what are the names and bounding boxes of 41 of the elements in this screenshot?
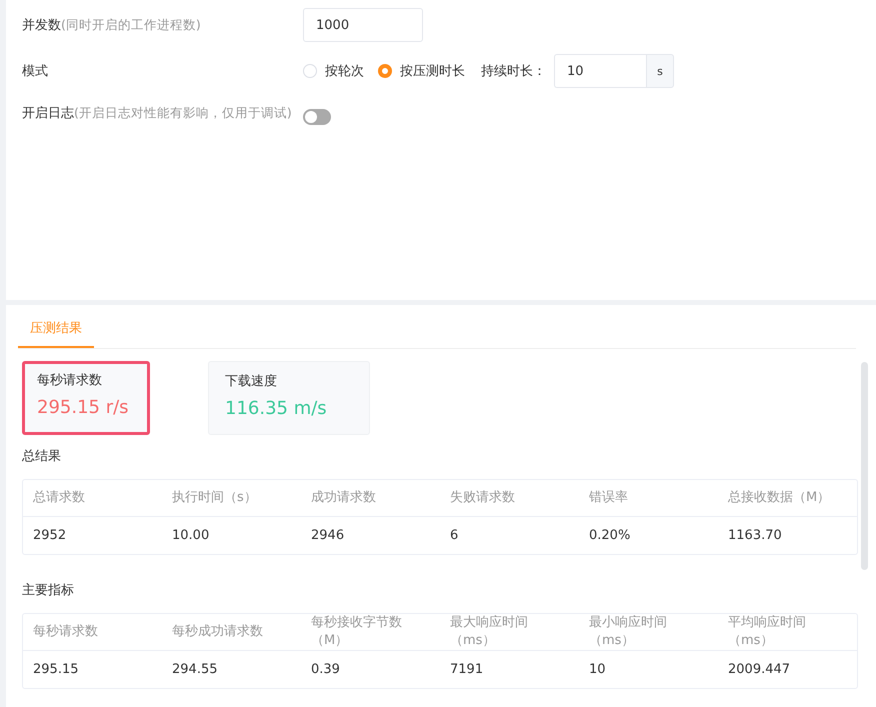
column-header: 总接收数据（M） (727, 489, 832, 507)
table-cell-text: 2946 (310, 526, 346, 544)
section-title: 主要指标 (22, 582, 75, 599)
column-header: 最小响应时间（ms） (588, 614, 668, 650)
table-cell-text: 7191 (449, 660, 484, 678)
column-header: 总请求数 (32, 489, 86, 507)
column-header: 每秒成功请求数 (171, 623, 264, 641)
radio-option[interactable]: 按轮次 (303, 62, 364, 80)
table-cell-text: 294.55 (171, 660, 218, 678)
column-header: 执行时间（s） (171, 489, 258, 507)
duration-field[interactable]: 10 (554, 54, 646, 88)
table-cell-text: 0.39 (310, 660, 341, 678)
toggle-switch[interactable] (303, 109, 331, 125)
column-header: 失败请求数 (449, 489, 516, 507)
table-cell-text: 1163.70 (727, 526, 783, 544)
scrollbar[interactable] (861, 362, 868, 570)
column-header: 错误率 (588, 489, 629, 507)
column-header: 平均响应时间（ms） (727, 614, 807, 650)
column-header: 成功请求数 (310, 489, 377, 507)
table-cell-text: 295.15 (32, 660, 80, 678)
stat-value: 116.35 m/s (225, 398, 328, 419)
setting-label: 模式 (22, 63, 49, 81)
duration-label: 持续时长： (481, 63, 546, 80)
input-field[interactable]: 1000 (303, 8, 423, 42)
table-cell-text: 2952 (32, 526, 68, 544)
setting-label: 并发数(同时开启的工作进程数) (22, 16, 202, 35)
stat-label: 下载速度 (225, 373, 278, 390)
table-cell-text: 10 (588, 660, 607, 678)
radio-option[interactable]: 按压测时长 (378, 62, 465, 80)
column-header: 每秒接收字节数（M） (310, 614, 403, 650)
table-cell-text: 10.00 (171, 526, 210, 544)
column-header: 每秒请求数 (32, 623, 99, 641)
unit-addon: s (646, 54, 674, 88)
table-cell-text: 6 (449, 526, 460, 544)
table-cell-text: 2009.447 (727, 660, 792, 678)
column-header: 最大响应时间（ms） (449, 614, 529, 650)
setting-label: 开启日志(开启日志对性能有影响，仅用于调试) (22, 104, 292, 123)
stat-label: 每秒请求数 (37, 372, 103, 389)
section-title: 总结果 (22, 448, 62, 465)
stat-value: 295.15 r/s (37, 397, 130, 418)
table-cell-text: 0.20% (588, 526, 632, 544)
